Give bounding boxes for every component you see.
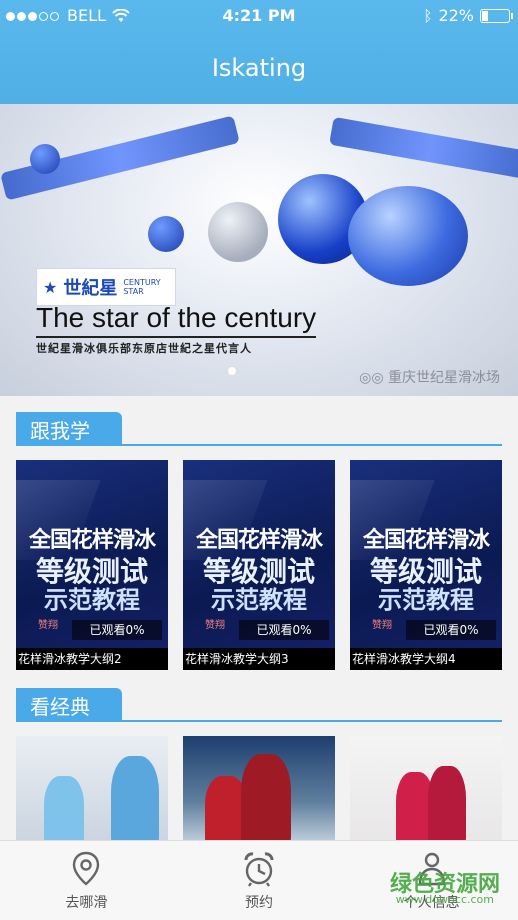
battery-icon [480,8,513,23]
alarm-clock-icon [244,851,274,887]
watched-badge: 已观看0% [406,620,496,640]
ornament-ball [30,144,60,174]
logo-en-line1: CENTURY [123,278,161,287]
location-pin-icon [73,851,100,886]
ornament-ball [148,216,184,252]
card-brand: 赞翔 [205,620,225,631]
card-brand: 赞翔 [38,620,58,631]
banner-carousel[interactable]: ★ 世紀星 CENTURY STAR The star of the centu… [0,104,518,396]
skater-figure [241,754,291,846]
century-star-logo: ★ 世紀星 CENTURY STAR [36,268,176,306]
skater-figure [44,776,84,846]
carousel-indicator[interactable] [227,366,237,376]
skater-figure [428,766,466,846]
status-bar: BELL 4:21 PM ᛒ 22% [0,6,518,28]
tab-booking[interactable]: 预约 [173,841,346,920]
card-title-line3: 示范教程 [211,586,307,614]
ornament-ball [348,186,468,286]
site-watermark-url: www.downcc.com [395,893,494,906]
card-brand: 赞翔 [372,620,392,631]
logo-en-text: CENTURY STAR [123,278,160,296]
section-title: 看经典 [16,688,122,722]
wechat-icon: ◎◎ [359,370,384,386]
video-card-row: 全国花样滑冰 等级测试 示范教程 赞翔 已观看0% 花样滑冰教学大纲2 全国花样… [16,460,502,670]
classic-video-thumbnail[interactable] [350,736,502,846]
banner-subtitle: 世紀星滑冰俱乐部东原店世紀之星代言人 [36,342,252,355]
banner-headline: The star of the century [36,302,317,338]
battery-percent: 22% [438,6,474,25]
skater-figure [111,756,159,846]
tab-where-to-skate[interactable]: 去哪滑 [0,841,173,920]
classic-card-row [16,736,502,846]
section-title: 跟我学 [16,412,122,446]
card-caption: 花样滑冰教学大纲4 [350,648,502,670]
logo-cn-text: 世紀星 [63,278,118,299]
card-title-line3: 示范教程 [378,586,474,614]
ornament-ball [208,202,268,262]
video-card[interactable]: 全国花样滑冰 等级测试 示范教程 赞翔 已观看0% 花样滑冰教学大纲4 [350,460,502,670]
video-card[interactable]: 全国花样滑冰 等级测试 示范教程 赞翔 已观看0% 花样滑冰教学大纲2 [16,460,168,670]
section-header-classics: 看经典 [16,688,502,722]
logo-en-line2: STAR [123,287,144,296]
section-header-learn: 跟我学 [16,412,502,446]
watched-badge: 已观看0% [72,620,162,640]
banner-ribbon [329,116,518,180]
star-icon: ★ [43,277,58,297]
banner-watermark: ◎◎ 重庆世纪星滑冰场 [359,367,500,387]
classic-video-thumbnail[interactable] [183,736,335,846]
video-card[interactable]: 全国花样滑冰 等级测试 示范教程 赞翔 已观看0% 花样滑冰教学大纲3 [183,460,335,670]
card-caption: 花样滑冰教学大纲3 [183,648,335,670]
watched-badge: 已观看0% [239,620,329,640]
top-header: BELL 4:21 PM ᛒ 22% Iskating [0,0,518,104]
banner-watermark-text: 重庆世纪星滑冰场 [388,370,500,386]
page-title: Iskating [211,54,307,82]
bluetooth-icon: ᛒ [423,6,433,25]
tab-label: 去哪滑 [65,894,108,911]
card-title-line3: 示范教程 [44,586,140,614]
tab-label: 预约 [245,894,273,911]
classic-video-thumbnail[interactable] [16,736,168,846]
card-caption: 花样滑冰教学大纲2 [16,648,168,670]
app-screen: BELL 4:21 PM ᛒ 22% Iskating ★ 世紀星 CENTUR… [0,0,518,920]
